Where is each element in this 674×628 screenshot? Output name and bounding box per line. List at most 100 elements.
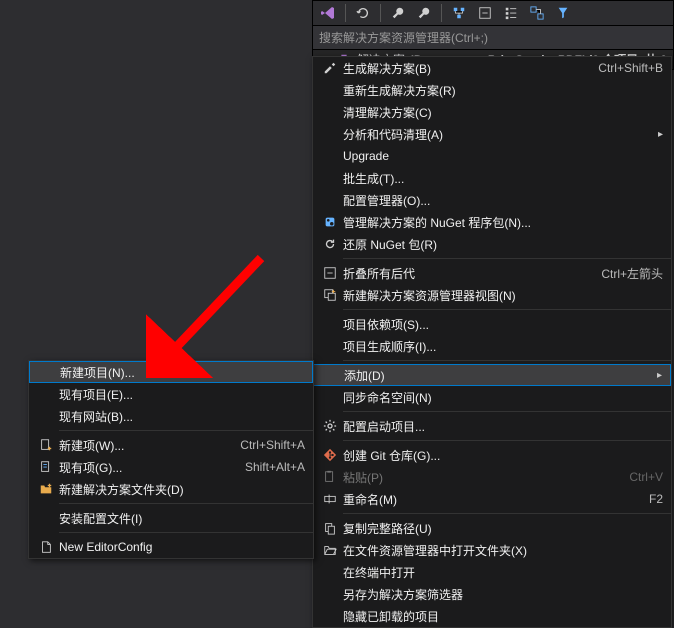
menu-item-label: 隐藏已卸载的项目 <box>343 608 663 625</box>
menu-separator <box>343 513 671 514</box>
menu-separator <box>343 309 671 310</box>
menu-item-label: 新建项目(N)... <box>60 364 304 381</box>
submenu-arrow-icon: ▸ <box>650 370 662 381</box>
menu-item[interactable]: 粘贴(P) Ctrl+V <box>313 466 671 488</box>
menu-item-label: 另存为解决方案筛选器 <box>343 586 663 603</box>
menu-item[interactable]: 批生成(T)... <box>313 167 671 189</box>
existitem-icon <box>33 460 59 474</box>
menu-item-shortcut: Shift+Alt+A <box>245 460 305 474</box>
menu-item[interactable]: 现有项目(E)... <box>29 383 313 405</box>
menu-item[interactable]: 隐藏已卸载的项目 <box>313 605 671 627</box>
menu-item-shortcut: F2 <box>649 492 663 506</box>
menu-item-label: 清理解决方案(C) <box>343 104 663 121</box>
newview-icon <box>317 288 343 302</box>
menu-item[interactable]: 创建 Git 仓库(G)... <box>313 444 671 466</box>
menu-item[interactable]: 配置管理器(O)... <box>313 189 671 211</box>
menu-item-label: 安装配置文件(I) <box>59 510 305 527</box>
menu-item[interactable]: 折叠所有后代 Ctrl+左箭头 <box>313 262 671 284</box>
newitem-icon <box>33 438 59 452</box>
menu-item-label: 重新生成解决方案(R) <box>343 82 663 99</box>
menu-item[interactable]: 同步命名空间(N) <box>313 386 671 408</box>
menu-item[interactable]: 现有网站(B)... <box>29 405 313 427</box>
menu-item[interactable]: 项目依赖项(S)... <box>313 313 671 335</box>
menu-item-label: 新建项(W)... <box>59 437 228 454</box>
menu-item-label: 在文件资源管理器中打开文件夹(X) <box>343 542 663 559</box>
menu-item[interactable]: New EditorConfig <box>29 536 313 558</box>
menu-separator <box>59 503 313 504</box>
menu-item[interactable]: Upgrade <box>313 145 671 167</box>
menu-item[interactable]: 复制完整路径(U) <box>313 517 671 539</box>
menu-item-shortcut: Ctrl+左箭头 <box>601 265 663 282</box>
menu-item-label: 项目生成顺序(I)... <box>343 338 663 355</box>
menu-item[interactable]: 项目生成顺序(I)... <box>313 335 671 357</box>
hierarchy-icon[interactable] <box>448 2 470 24</box>
menu-item-label: 配置管理器(O)... <box>343 192 663 209</box>
wrench2-icon[interactable] <box>413 2 435 24</box>
menu-item[interactable]: 新建解决方案文件夹(D) <box>29 478 313 500</box>
menu-item-shortcut: Ctrl+V <box>629 470 663 484</box>
menu-separator <box>59 430 313 431</box>
menu-item[interactable]: 添加(D)▸ <box>313 364 671 386</box>
menu-item[interactable]: 在终端中打开 <box>313 561 671 583</box>
menu-item[interactable]: 还原 NuGet 包(R) <box>313 233 671 255</box>
tree-icon[interactable] <box>500 2 522 24</box>
annotation-arrow <box>146 248 276 378</box>
menu-item-label: 现有项(G)... <box>59 459 233 476</box>
toolbar <box>312 0 674 26</box>
menu-item[interactable]: 重新生成解决方案(R) <box>313 79 671 101</box>
menu-separator <box>343 258 671 259</box>
menu-item[interactable]: 在文件资源管理器中打开文件夹(X) <box>313 539 671 561</box>
gear-icon <box>317 419 343 433</box>
build-icon <box>317 61 343 75</box>
menu-item-shortcut: Ctrl+Shift+B <box>598 61 663 75</box>
tree2-icon[interactable] <box>526 2 548 24</box>
menu-item-label: 分析和代码清理(A) <box>343 126 651 143</box>
menu-item[interactable]: 清理解决方案(C) <box>313 101 671 123</box>
solution-explorer-search[interactable]: 搜索解决方案资源管理器(Ctrl+;) <box>312 26 674 50</box>
menu-separator <box>343 440 671 441</box>
menu-separator <box>343 411 671 412</box>
refresh-icon[interactable] <box>352 2 374 24</box>
menu-item-label: 管理解决方案的 NuGet 程序包(N)... <box>343 214 663 231</box>
menu-item-label: 在终端中打开 <box>343 564 663 581</box>
menu-item-label: 添加(D) <box>344 367 650 384</box>
wrench-icon[interactable] <box>387 2 409 24</box>
git-icon <box>317 448 343 462</box>
menu-item[interactable]: 分析和代码清理(A)▸ <box>313 123 671 145</box>
menu-item[interactable]: 生成解决方案(B)Ctrl+Shift+B <box>313 57 671 79</box>
copy-icon <box>317 521 343 535</box>
folder-icon <box>33 482 59 496</box>
menu-separator <box>343 360 671 361</box>
menu-item-label: 折叠所有后代 <box>343 265 589 282</box>
menu-item[interactable]: 另存为解决方案筛选器 <box>313 583 671 605</box>
menu-item[interactable]: 新建解决方案资源管理器视图(N) <box>313 284 671 306</box>
solution-context-menu: 生成解决方案(B)Ctrl+Shift+B 重新生成解决方案(R) 清理解决方案(C… <box>312 56 672 628</box>
menu-item[interactable]: 现有项(G)... Shift+Alt+A <box>29 456 313 478</box>
open-icon <box>317 543 343 557</box>
rename-icon <box>317 492 343 506</box>
menu-item-label: 还原 NuGet 包(R) <box>343 236 663 253</box>
menu-item-label: 批生成(T)... <box>343 170 663 187</box>
highlight-icon[interactable] <box>552 2 574 24</box>
menu-item[interactable]: 新建项目(N)... <box>29 361 313 383</box>
collapse-all-icon[interactable] <box>474 2 496 24</box>
menu-item[interactable]: 安装配置文件(I) <box>29 507 313 529</box>
menu-item-label: 重命名(M) <box>343 491 637 508</box>
menu-item[interactable]: 配置启动项目... <box>313 415 671 437</box>
menu-item[interactable]: 重命名(M) F2 <box>313 488 671 510</box>
menu-item-shortcut: Ctrl+Shift+A <box>240 438 305 452</box>
submenu-arrow-icon: ▸ <box>651 129 663 140</box>
menu-item-label: 新建解决方案文件夹(D) <box>59 481 305 498</box>
menu-item[interactable]: 管理解决方案的 NuGet 程序包(N)... <box>313 211 671 233</box>
menu-separator <box>59 532 313 533</box>
nuget-icon <box>317 215 343 229</box>
menu-item-label: 配置启动项目... <box>343 418 663 435</box>
menu-item-label: 粘贴(P) <box>343 469 617 486</box>
add-submenu: 新建项目(N)... 现有项目(E)...现有网站(B)... 新建项(W)... C… <box>28 360 314 559</box>
menu-item-label: Upgrade <box>343 149 663 163</box>
menu-item[interactable]: 新建项(W)... Ctrl+Shift+A <box>29 434 313 456</box>
search-placeholder: 搜索解决方案资源管理器(Ctrl+;) <box>319 29 488 46</box>
menu-item-label: 项目依赖项(S)... <box>343 316 663 333</box>
vs-logo-icon[interactable] <box>317 2 339 24</box>
menu-item-label: New EditorConfig <box>59 540 305 554</box>
